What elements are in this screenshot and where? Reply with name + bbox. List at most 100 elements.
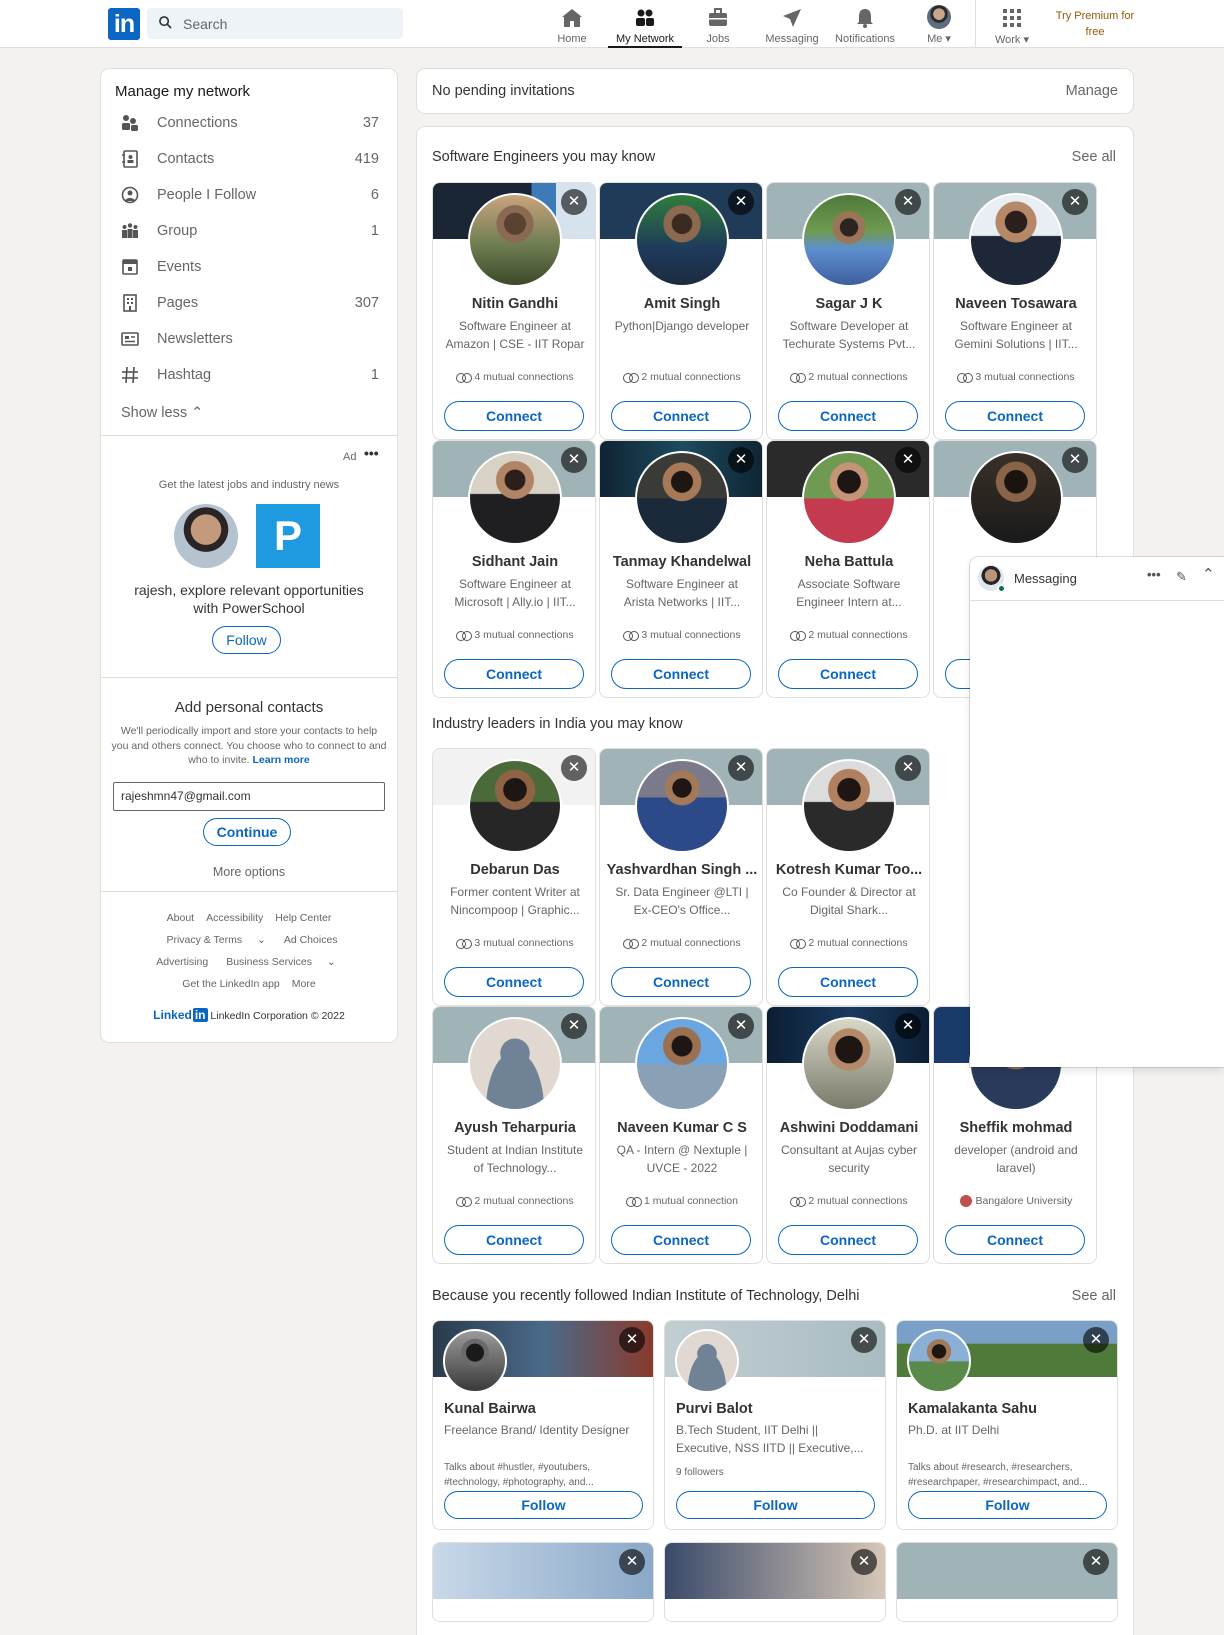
person-card[interactable]: ✕ Tanmay Khandelwal Software Engineer at…	[599, 440, 763, 698]
dismiss-icon[interactable]: ✕	[561, 1013, 587, 1039]
footer-link-ad-choices[interactable]: Ad Choices	[284, 934, 338, 946]
continue-button[interactable]: Continue	[203, 818, 291, 846]
profile-photo[interactable]	[907, 1329, 971, 1393]
more-options-icon[interactable]: •••	[1147, 567, 1161, 582]
linkedin-logo[interactable]: in	[108, 8, 140, 40]
person-card[interactable]: ✕ Naveen Kumar C S QA - Intern @ Nextupl…	[599, 1006, 763, 1264]
connect-button[interactable]: Connect	[945, 1225, 1085, 1255]
person-card[interactable]: ✕ Sidhant Jain Software Engineer at Micr…	[432, 440, 596, 698]
default-avatar[interactable]	[468, 1017, 562, 1111]
person-card[interactable]: ✕ Amit Singh Python|Django developer 2 m…	[599, 182, 763, 440]
sidebar-item-hashtag[interactable]: Hashtag 1	[119, 358, 379, 394]
person-card[interactable]: ✕ Neha Battula Associate Software Engine…	[766, 440, 930, 698]
person-name[interactable]: Kunal Bairwa	[444, 1401, 536, 1417]
nav-notifications[interactable]: Notifications	[828, 4, 902, 48]
person-card[interactable]: ✕ Yashvardhan Singh ... Sr. Data Enginee…	[599, 748, 763, 1006]
footer-link-business[interactable]: Business Services ⌄	[220, 956, 342, 968]
dismiss-icon[interactable]: ✕	[1062, 447, 1088, 473]
connect-button[interactable]: Connect	[611, 967, 751, 997]
dismiss-icon[interactable]: ✕	[895, 1013, 921, 1039]
person-name[interactable]: Amit Singh	[604, 296, 760, 312]
person-card[interactable]: ✕ Nitin Gandhi Software Engineer at Amaz…	[432, 182, 596, 440]
person-name[interactable]: Debarun Das	[437, 862, 593, 878]
compose-icon[interactable]: ✎	[1176, 569, 1187, 585]
person-name[interactable]: Kamalakanta Sahu	[908, 1401, 1037, 1417]
follow-card[interactable]: ✕	[432, 1542, 654, 1622]
manage-button[interactable]: Manage	[1066, 83, 1118, 99]
person-name[interactable]: Sheffik mohmad	[938, 1120, 1094, 1136]
profile-photo[interactable]	[969, 193, 1063, 287]
connect-button[interactable]: Connect	[611, 401, 751, 431]
person-name[interactable]: Naveen Tosawara	[938, 296, 1094, 312]
search-input[interactable]: Search	[147, 8, 403, 39]
profile-photo[interactable]	[969, 451, 1063, 545]
nav-me[interactable]: Me ▾	[902, 4, 976, 48]
premium-link[interactable]: Try Premium for free	[1050, 8, 1140, 40]
see-all-button[interactable]: See all	[1072, 149, 1116, 165]
follow-button[interactable]: Follow	[444, 1491, 643, 1519]
follow-button[interactable]: Follow	[676, 1491, 875, 1519]
nav-messaging[interactable]: Messaging	[755, 4, 829, 48]
person-card[interactable]: ✕ Sagar J K Software Developer at Techur…	[766, 182, 930, 440]
footer-link-privacy[interactable]: Privacy & Terms ⌄	[160, 934, 271, 946]
dismiss-icon[interactable]: ✕	[851, 1549, 877, 1575]
dismiss-icon[interactable]: ✕	[1062, 189, 1088, 215]
follow-card[interactable]: ✕	[896, 1542, 1118, 1622]
profile-photo[interactable]	[443, 1329, 507, 1393]
dismiss-icon[interactable]: ✕	[895, 447, 921, 473]
follow-button[interactable]: Follow	[908, 1491, 1107, 1519]
dismiss-icon[interactable]: ✕	[1083, 1549, 1109, 1575]
sidebar-item-group[interactable]: Group 1	[119, 214, 379, 250]
connect-button[interactable]: Connect	[778, 401, 918, 431]
person-name[interactable]: Tanmay Khandelwal	[604, 554, 760, 570]
person-name[interactable]: Ayush Teharpuria	[437, 1120, 593, 1136]
person-name[interactable]: Kotresh Kumar Too...	[771, 862, 927, 878]
person-card[interactable]: ✕ Ashwini Doddamani Consultant at Aujas …	[766, 1006, 930, 1264]
sidebar-item-connections[interactable]: Connections 37	[119, 106, 379, 142]
dismiss-icon[interactable]: ✕	[1083, 1327, 1109, 1353]
connect-button[interactable]: Connect	[444, 401, 584, 431]
profile-photo[interactable]	[635, 759, 729, 853]
person-name[interactable]: Purvi Balot	[676, 1401, 753, 1417]
nav-work[interactable]: Work ▾	[975, 4, 1049, 48]
see-all-button[interactable]: See all	[1072, 1288, 1116, 1304]
email-field[interactable]: rajeshmn47@gmail.com	[113, 782, 385, 811]
person-card[interactable]: ✕ Naveen Tosawara Software Engineer at G…	[933, 182, 1097, 440]
sidebar-item-pages[interactable]: Pages 307	[119, 286, 379, 322]
footer-link-accessibility[interactable]: Accessibility	[206, 912, 263, 924]
person-name[interactable]: Sagar J K	[771, 296, 927, 312]
profile-photo[interactable]	[802, 1017, 896, 1111]
sidebar-item-events[interactable]: Events	[119, 250, 379, 286]
footer-link-app[interactable]: Get the LinkedIn app	[182, 978, 280, 990]
nav-home[interactable]: Home	[535, 4, 609, 48]
dismiss-icon[interactable]: ✕	[728, 1013, 754, 1039]
connect-button[interactable]: Connect	[444, 659, 584, 689]
follow-card[interactable]: ✕	[664, 1542, 886, 1622]
dismiss-icon[interactable]: ✕	[728, 447, 754, 473]
footer-link-help[interactable]: Help Center	[275, 912, 331, 924]
profile-photo[interactable]	[802, 193, 896, 287]
more-options-link[interactable]: More options	[101, 865, 397, 879]
dismiss-icon[interactable]: ✕	[619, 1327, 645, 1353]
nav-jobs[interactable]: Jobs	[681, 4, 755, 48]
ad-follow-button[interactable]: Follow	[212, 626, 281, 654]
profile-photo[interactable]	[468, 193, 562, 287]
person-name[interactable]: Sidhant Jain	[437, 554, 593, 570]
connect-button[interactable]: Connect	[611, 1225, 751, 1255]
default-avatar[interactable]	[675, 1329, 739, 1393]
learn-more-link[interactable]: Learn more	[253, 754, 310, 766]
dismiss-icon[interactable]: ✕	[895, 755, 921, 781]
connect-button[interactable]: Connect	[778, 967, 918, 997]
chevron-up-icon[interactable]: ⌃	[1202, 565, 1215, 583]
follow-card[interactable]: ✕ Kunal Bairwa Freelance Brand/ Identity…	[432, 1320, 654, 1530]
dismiss-icon[interactable]: ✕	[619, 1549, 645, 1575]
person-name[interactable]: Nitin Gandhi	[437, 296, 593, 312]
sidebar-item-contacts[interactable]: Contacts 419	[119, 142, 379, 178]
connect-button[interactable]: Connect	[778, 659, 918, 689]
person-name[interactable]: Yashvardhan Singh ...	[604, 862, 760, 878]
connect-button[interactable]: Connect	[778, 1225, 918, 1255]
connect-button[interactable]: Connect	[444, 1225, 584, 1255]
connect-button[interactable]: Connect	[444, 967, 584, 997]
dismiss-icon[interactable]: ✕	[895, 189, 921, 215]
person-card[interactable]: ✕ Ayush Teharpuria Student at Indian Ins…	[432, 1006, 596, 1264]
